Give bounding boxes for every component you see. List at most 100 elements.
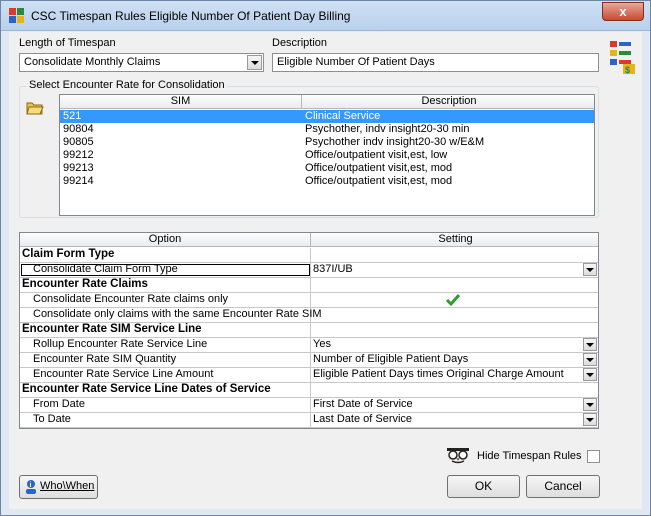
description-cell: Psychother indv insight20-30 w/E&M — [305, 136, 485, 148]
section-label: Encounter Rate SIM Service Line — [20, 323, 311, 337]
svg-text:i: i — [30, 482, 32, 489]
sim-column-header[interactable]: SIM — [60, 95, 302, 109]
setting-cell — [311, 383, 598, 397]
setting-value: Last Date of Service — [313, 413, 413, 425]
encounter-rate-row[interactable]: 99214 Office/outpatient visit,est, mod — [60, 175, 594, 188]
chevron-down-icon[interactable] — [247, 55, 262, 70]
setting-cell[interactable]: 837I/UB — [311, 263, 598, 277]
setting-cell[interactable]: First Date of Service — [311, 398, 598, 412]
option-label: From Date — [20, 398, 311, 412]
encounter-rate-table[interactable]: SIM Description 521 Clinical Service 90804… — [59, 94, 595, 216]
chevron-down-icon[interactable] — [583, 263, 597, 276]
setting-value: Eligible Patient Days times Original Cha… — [313, 368, 564, 380]
length-of-timespan-combo[interactable]: Consolidate Monthly Claims — [19, 53, 264, 72]
option-section-row: Claim Form Type — [20, 248, 598, 263]
who-when-label: Who\When — [40, 480, 95, 492]
option-row[interactable]: From Date First Date of Service — [20, 398, 598, 413]
options-table[interactable]: Option Setting Claim Form Type Consolidat… — [19, 232, 599, 429]
open-folder-icon[interactable] — [26, 100, 44, 116]
checkmark-icon[interactable] — [445, 293, 461, 307]
sim-cell: 90805 — [63, 136, 94, 148]
option-row[interactable]: Consolidate Claim Form Type 837I/UB — [20, 263, 598, 278]
window-title: CSC Timespan Rules Eligible Number Of Pa… — [31, 9, 351, 23]
setting-cell — [311, 323, 598, 337]
title-bar[interactable]: CSC Timespan Rules Eligible Number Of Pa… — [1, 1, 650, 31]
dialog-window: CSC Timespan Rules Eligible Number Of Pa… — [0, 0, 651, 516]
sim-cell: 99213 — [63, 162, 94, 174]
app-icon — [9, 8, 25, 24]
option-section-row: Encounter Rate Claims — [20, 278, 598, 293]
option-row[interactable]: Encounter Rate SIM Quantity Number of Eli… — [20, 353, 598, 368]
description-cell: Office/outpatient visit,est, low — [305, 149, 448, 161]
option-label: To Date — [20, 413, 311, 427]
encounter-rate-header: SIM Description — [60, 95, 594, 109]
sim-cell: 90804 — [63, 123, 94, 135]
setting-column-header[interactable]: Setting — [311, 233, 598, 247]
option-label: Consolidate Claim Form Type — [20, 263, 311, 277]
description-cell: Clinical Service — [305, 110, 381, 122]
chevron-down-icon[interactable] — [583, 413, 597, 426]
chevron-down-icon[interactable] — [583, 338, 597, 351]
setting-cell[interactable] — [311, 308, 598, 322]
length-of-timespan-value: Consolidate Monthly Claims — [24, 56, 161, 68]
chevron-down-icon[interactable] — [583, 398, 597, 411]
option-column-header[interactable]: Option — [20, 233, 311, 247]
options-header: Option Setting — [20, 233, 598, 247]
setting-cell[interactable] — [311, 293, 598, 307]
description-label: Description — [272, 37, 328, 49]
option-row[interactable]: Rollup Encounter Rate Service Line Yes — [20, 338, 598, 353]
setting-value: First Date of Service — [313, 398, 413, 410]
encounter-rate-row[interactable]: 90804 Psychother, indv insight20-30 min — [60, 123, 594, 136]
chevron-down-icon[interactable] — [583, 368, 597, 381]
setting-cell — [311, 278, 598, 292]
rules-list-icon[interactable]: $ — [610, 41, 636, 75]
option-row[interactable]: To Date Last Date of Service — [20, 413, 598, 428]
encounter-rate-row[interactable]: 99212 Office/outpatient visit,est, low — [60, 149, 594, 162]
section-label: Claim Form Type — [20, 248, 311, 262]
description-cell: Office/outpatient visit,est, mod — [305, 175, 453, 187]
sim-cell: 99214 — [63, 175, 94, 187]
option-label: Encounter Rate SIM Quantity — [20, 353, 311, 367]
encounter-rate-row[interactable]: 90805 Psychother indv insight20-30 w/E&M — [60, 136, 594, 149]
close-button[interactable]: x — [602, 2, 644, 21]
option-row[interactable]: Consolidate only claims with the same En… — [20, 308, 598, 323]
description-cell: Psychother, indv insight20-30 min — [305, 123, 470, 135]
option-section-row: Encounter Rate Service Line Dates of Ser… — [20, 383, 598, 398]
encounter-rate-group-label: Select Encounter Rate for Consolidation — [27, 79, 227, 91]
user-info-icon: i — [26, 480, 36, 494]
hide-timespan-rules-label: Hide Timespan Rules — [477, 450, 582, 462]
section-label: Encounter Rate Service Line Dates of Ser… — [20, 383, 311, 397]
description-input[interactable]: Eligible Number Of Patient Days — [272, 53, 599, 72]
ok-button[interactable]: OK — [447, 475, 520, 498]
section-label: Encounter Rate Claims — [20, 278, 311, 292]
hide-timespan-rules-checkbox[interactable] — [587, 450, 600, 463]
description-column-header[interactable]: Description — [302, 95, 594, 109]
option-label: Consolidate only claims with the same En… — [20, 308, 322, 322]
sim-cell: 99212 — [63, 149, 94, 161]
length-of-timespan-label: Length of Timespan — [19, 37, 116, 49]
setting-value: 837I/UB — [313, 263, 353, 275]
encounter-rate-row[interactable]: 521 Clinical Service — [60, 110, 594, 123]
cancel-button[interactable]: Cancel — [526, 475, 600, 498]
setting-cell — [311, 248, 598, 262]
option-section-row: Encounter Rate SIM Service Line — [20, 323, 598, 338]
option-label: Consolidate Encounter Rate claims only — [20, 293, 311, 307]
disguise-glasses-icon — [447, 448, 469, 464]
setting-value: Yes — [313, 338, 331, 350]
encounter-rate-row[interactable]: 99213 Office/outpatient visit,est, mod — [60, 162, 594, 175]
setting-cell[interactable]: Yes — [311, 338, 598, 352]
svg-text:$: $ — [625, 65, 630, 75]
setting-cell[interactable]: Eligible Patient Days times Original Cha… — [311, 368, 598, 382]
option-row[interactable]: Encounter Rate Service Line Amount Eligib… — [20, 368, 598, 383]
description-cell: Office/outpatient visit,est, mod — [305, 162, 453, 174]
chevron-down-icon[interactable] — [583, 353, 597, 366]
option-label: Rollup Encounter Rate Service Line — [20, 338, 311, 352]
dialog-client: Length of Timespan Consolidate Monthly C… — [9, 32, 642, 509]
option-label: Encounter Rate Service Line Amount — [20, 368, 311, 382]
who-when-button[interactable]: i Who\When — [19, 475, 98, 499]
setting-cell[interactable]: Last Date of Service — [311, 413, 598, 427]
option-row[interactable]: Consolidate Encounter Rate claims only — [20, 293, 598, 308]
setting-value: Number of Eligible Patient Days — [313, 353, 469, 365]
sim-cell: 521 — [63, 110, 82, 122]
setting-cell[interactable]: Number of Eligible Patient Days — [311, 353, 598, 367]
